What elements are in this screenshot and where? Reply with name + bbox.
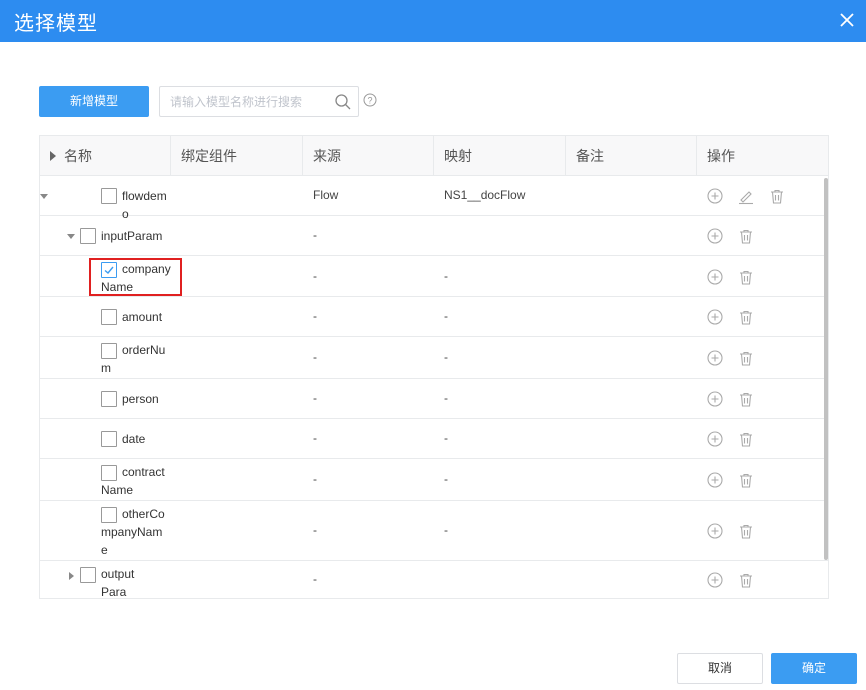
dialog-header: 选择模型 xyxy=(0,0,866,42)
table-row[interactable]: person - - xyxy=(40,379,828,419)
column-header-component: 绑定组件 xyxy=(171,136,303,176)
row-mapping: - xyxy=(444,309,448,323)
delete-icon[interactable] xyxy=(737,308,755,326)
row-name-line: contract xyxy=(122,465,165,479)
collapse-icon[interactable] xyxy=(67,234,75,239)
row-name: date xyxy=(101,430,173,448)
collapse-icon[interactable] xyxy=(40,194,48,199)
svg-text:?: ? xyxy=(367,96,372,106)
add-icon[interactable] xyxy=(706,522,724,540)
delete-icon[interactable] xyxy=(737,430,755,448)
table-row[interactable]: company Name - - xyxy=(40,256,828,297)
dialog-title: 选择模型 xyxy=(14,13,98,35)
column-header-note: 备注 xyxy=(566,136,697,176)
search-box xyxy=(159,86,359,117)
table-row[interactable]: inputParam - xyxy=(40,216,828,256)
add-icon[interactable] xyxy=(706,227,724,245)
add-icon[interactable] xyxy=(706,390,724,408)
row-name-line: inputParam xyxy=(101,229,163,243)
table-row[interactable]: contract Name - - xyxy=(40,459,828,501)
row-source: - xyxy=(313,572,317,586)
row-name-line: otherCo xyxy=(122,507,165,521)
table-row[interactable]: flowdemo Flow NS1__docFlow xyxy=(40,176,828,221)
row-mapping: NS1__docFlow xyxy=(444,188,526,202)
row-name: otherCo mpanyNam e xyxy=(101,505,173,559)
row-name: person xyxy=(101,390,173,408)
table-row[interactable]: outputParam - xyxy=(40,561,828,599)
row-name-line: m xyxy=(101,361,111,375)
model-table: 名称 绑定组件 来源 映射 备注 操作 flowdemo Flow NS1__doc… xyxy=(39,135,829,599)
row-mapping: - xyxy=(444,472,448,486)
add-icon[interactable] xyxy=(706,571,724,589)
column-header-source: 来源 xyxy=(303,136,434,176)
column-header-actions: 操作 xyxy=(707,148,735,164)
row-source: Flow xyxy=(313,188,339,202)
row-name-line: mpanyNam xyxy=(101,525,163,539)
row-name-line: e xyxy=(101,543,108,557)
search-input[interactable] xyxy=(160,87,330,116)
delete-icon[interactable] xyxy=(737,571,755,589)
row-name: amount xyxy=(101,308,173,326)
row-mapping: - xyxy=(444,350,448,364)
vertical-scrollbar[interactable] xyxy=(824,178,828,560)
table-row[interactable]: otherCo mpanyNam e - - xyxy=(40,501,828,561)
delete-icon[interactable] xyxy=(737,268,755,286)
help-icon[interactable]: ? xyxy=(363,93,377,107)
edit-icon[interactable] xyxy=(737,187,755,205)
delete-icon[interactable] xyxy=(737,471,755,489)
table-row[interactable]: orderNu m - - xyxy=(40,337,828,379)
add-icon[interactable] xyxy=(706,471,724,489)
row-name: inputParam xyxy=(101,227,173,245)
expand-all-icon[interactable] xyxy=(50,151,56,162)
table-header: 名称 绑定组件 来源 映射 备注 操作 xyxy=(40,136,828,176)
column-header-name[interactable]: 名称 xyxy=(40,136,171,176)
row-name: orderNu m xyxy=(101,341,173,377)
add-icon[interactable] xyxy=(706,268,724,286)
row-name-line: Name xyxy=(101,483,134,497)
row-source: - xyxy=(313,268,317,283)
add-icon[interactable] xyxy=(706,308,724,326)
row-source: - xyxy=(313,472,317,486)
add-icon[interactable] xyxy=(706,430,724,448)
row-source: - xyxy=(313,309,317,323)
row-name-line: amount xyxy=(122,310,163,324)
row-mapping: - xyxy=(444,523,448,537)
row-mapping: - xyxy=(444,391,448,405)
delete-icon[interactable] xyxy=(737,227,755,245)
row-source: - xyxy=(313,523,317,537)
table-row[interactable]: amount - - xyxy=(40,297,828,337)
add-icon[interactable] xyxy=(706,349,724,367)
row-name: contract Name xyxy=(101,463,173,499)
row-mapping: - xyxy=(444,431,448,445)
cancel-button[interactable]: 取消 xyxy=(677,653,763,684)
add-model-button[interactable]: 新增模型 xyxy=(39,86,149,117)
delete-icon[interactable] xyxy=(768,187,786,205)
row-name: outputParam xyxy=(68,565,140,599)
select-model-dialog: 选择模型 新增模型 ? 名称 绑定组件 来源 映射 备注 操作 flowdemo… xyxy=(0,0,866,690)
selection-highlight xyxy=(89,258,182,296)
row-source: - xyxy=(313,228,317,242)
search-icon[interactable] xyxy=(334,93,352,111)
ok-button[interactable]: 确定 xyxy=(771,653,857,684)
row-source: - xyxy=(313,350,317,364)
row-source: - xyxy=(313,391,317,405)
row-name-line: date xyxy=(122,432,146,446)
row-name-line: person xyxy=(122,392,159,406)
delete-icon[interactable] xyxy=(737,390,755,408)
table-row[interactable]: date - - xyxy=(40,419,828,459)
row-name-line: outputPara xyxy=(101,567,135,599)
delete-icon[interactable] xyxy=(737,349,755,367)
column-header-mapping: 映射 xyxy=(434,136,566,176)
row-name-line: orderNu xyxy=(122,343,166,357)
close-icon[interactable] xyxy=(838,11,856,29)
row-checkbox[interactable] xyxy=(80,228,96,244)
delete-icon[interactable] xyxy=(737,522,755,540)
row-source: - xyxy=(313,431,317,445)
row-mapping: - xyxy=(444,268,448,283)
add-icon[interactable] xyxy=(706,187,724,205)
